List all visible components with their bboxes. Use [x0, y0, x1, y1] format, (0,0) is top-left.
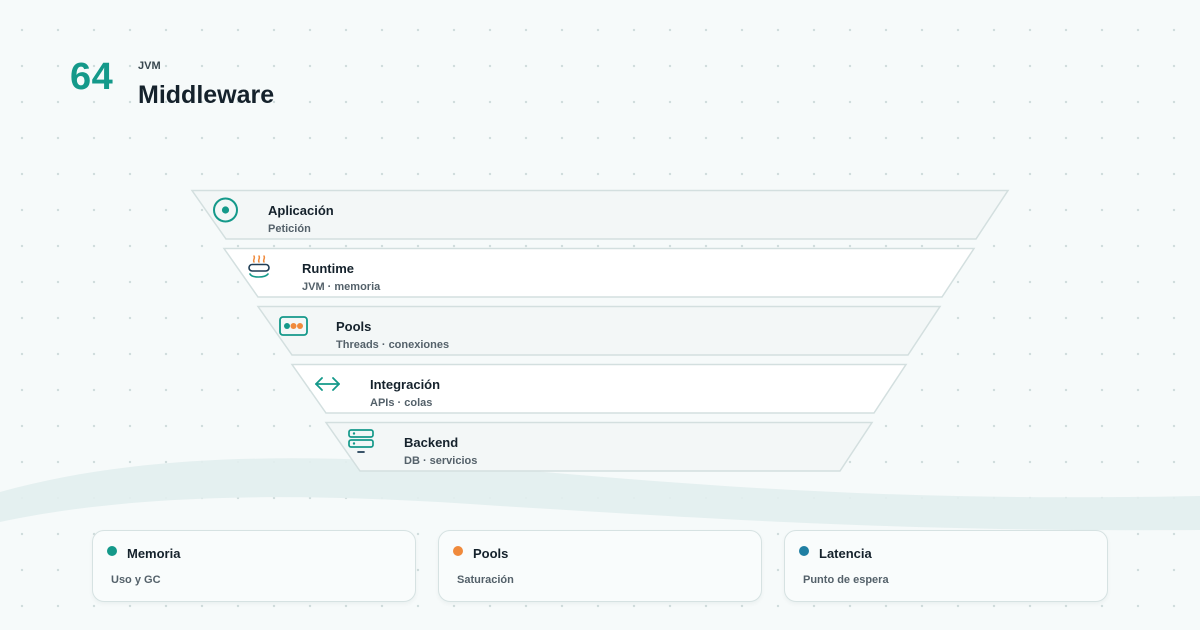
funnel-layer-shape — [324, 421, 874, 472]
card-subtitle: Uso y GC — [111, 574, 161, 586]
funnel-layer-shape — [190, 189, 1010, 240]
layer-sublabel: APIs · colas — [370, 397, 433, 409]
funnel-layer-shape — [222, 247, 976, 298]
pool-dots-icon — [278, 315, 310, 344]
card-subtitle: Punto de espera — [803, 574, 889, 586]
card-title: Memoria — [127, 546, 181, 561]
card-title: Latencia — [819, 546, 872, 561]
funnel-layer-shape — [256, 305, 942, 356]
layer-sublabel: Threads · conexiones — [336, 339, 450, 351]
status-dot — [453, 546, 463, 556]
layer-label: Backend — [404, 435, 459, 450]
metric-card-pools: Pools Saturación — [438, 530, 762, 602]
card-subtitle: Saturación — [457, 574, 514, 586]
status-dot — [107, 546, 117, 556]
metric-card-memoria: Memoria Uso y GC — [92, 530, 416, 602]
layer-label: Pools — [336, 319, 372, 334]
arrows-left-right-icon — [312, 372, 344, 401]
layer-label: Runtime — [302, 261, 354, 276]
status-dot — [799, 546, 809, 556]
funnel-layer-shape — [290, 363, 908, 414]
coffee-cup-icon — [246, 253, 274, 286]
card-title: Pools — [473, 546, 509, 561]
target-icon — [212, 197, 240, 230]
layer-sublabel: JVM · memoria — [302, 281, 381, 293]
server-icon — [346, 428, 376, 461]
metric-card-latencia: Latencia Punto de espera — [784, 530, 1108, 602]
layer-label: Integración — [370, 377, 441, 392]
layer-sublabel: Petición — [268, 223, 311, 235]
layer-sublabel: DB · servicios — [404, 455, 478, 467]
layer-label: Aplicación — [268, 203, 334, 218]
